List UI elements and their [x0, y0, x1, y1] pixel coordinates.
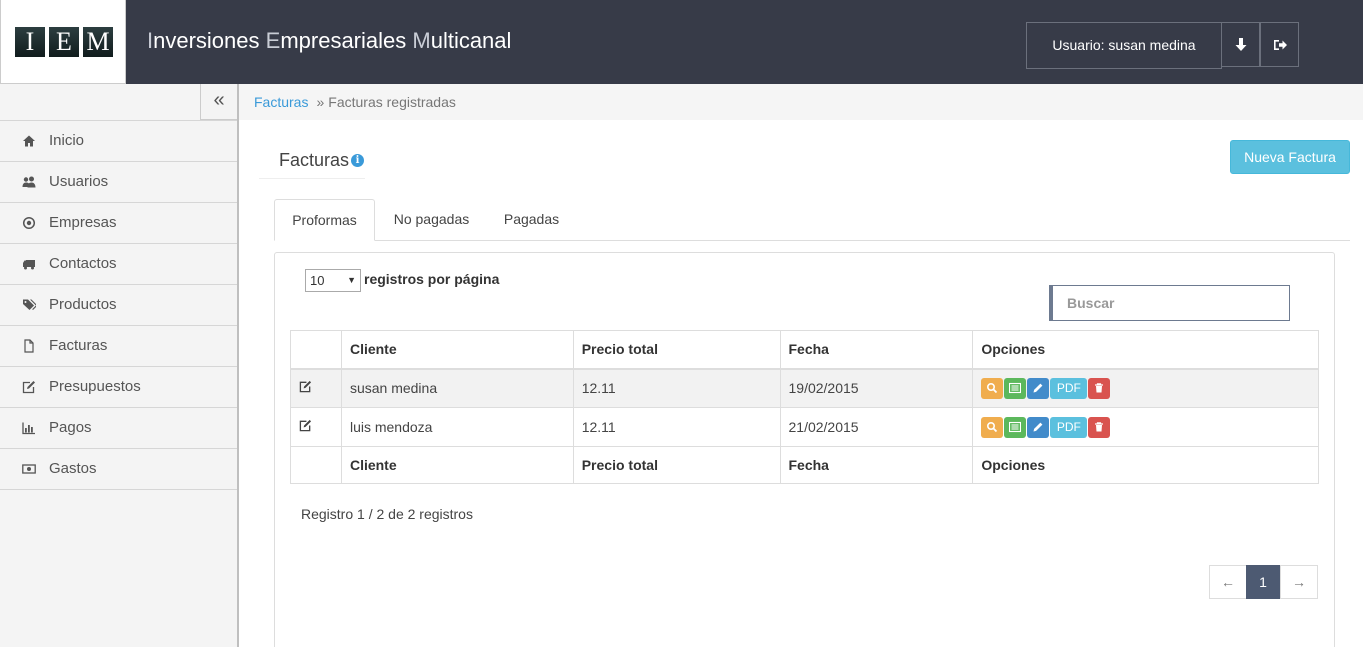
app-title: Inversiones Empresariales Multicanal [147, 28, 512, 53]
invoices-panel: 10 ▼ registros por página Buscar Cliente… [274, 252, 1335, 647]
column-header-fecha[interactable]: Fecha [779, 330, 974, 370]
logo-letter-m: M [83, 27, 113, 57]
invoices-table: Cliente Precio total Fecha Opciones susa… [290, 330, 1319, 484]
pencil-icon [1033, 422, 1043, 431]
sidebar: « Inicio Usuarios Empresas Contactos Pro… [0, 84, 239, 647]
pencil-icon [1033, 383, 1043, 393]
pdf-button[interactable]: PDF [1050, 416, 1088, 438]
sign-out-icon [1274, 40, 1287, 50]
table-info: Registro 1 / 2 de 2 registros [301, 506, 473, 522]
list-button[interactable] [1004, 377, 1027, 399]
pagination-next[interactable]: → [1280, 565, 1318, 599]
page-title: Facturas i [259, 148, 365, 179]
column-footer-opciones: Opciones [972, 446, 1319, 484]
bar-chart-icon [22, 422, 35, 435]
tab-pagadas[interactable]: Pagadas [489, 199, 574, 241]
trash-icon [1095, 421, 1104, 431]
column-header-edit [290, 330, 342, 370]
column-header-cliente[interactable]: Cliente [340, 330, 574, 370]
home-icon [23, 135, 35, 147]
page-length-select[interactable]: 10 ▼ [305, 269, 361, 292]
cell-cliente: luis mendoza [340, 407, 574, 447]
sidebar-item-gastos[interactable]: Gastos [0, 449, 237, 490]
breadcrumb-current: Facturas registradas [328, 94, 456, 110]
info-icon[interactable]: i [351, 154, 364, 167]
edit-button[interactable] [1027, 377, 1050, 399]
view-button[interactable] [981, 377, 1004, 399]
pagination-prev[interactable]: ← [1209, 565, 1247, 599]
download-button[interactable] [1221, 22, 1260, 67]
column-header-opciones: Opciones [972, 330, 1319, 370]
double-chevron-left-icon: « [213, 89, 225, 111]
cell-fecha: 19/02/2015 [779, 368, 974, 408]
tab-bar: Proformas No pagadas Pagadas [274, 199, 1350, 241]
delete-button[interactable] [1088, 416, 1111, 438]
sidebar-item-pagos[interactable]: Pagos [0, 408, 237, 449]
sidebar-item-empresas[interactable]: Empresas [0, 203, 237, 244]
logo[interactable]: I E M [0, 0, 126, 84]
sidebar-item-inicio[interactable]: Inicio [0, 121, 237, 162]
edit-icon[interactable] [299, 380, 312, 393]
table-footer-row: Cliente Precio total Fecha Opciones [290, 446, 1319, 484]
list-button[interactable] [1004, 416, 1027, 438]
edit-icon[interactable] [299, 419, 312, 432]
sidebar-item-productos[interactable]: Productos [0, 285, 237, 326]
edit-button[interactable] [1027, 416, 1050, 438]
row-edit-cell[interactable] [290, 368, 342, 408]
search-icon [987, 382, 998, 393]
logo-letter-e: E [49, 27, 79, 57]
table-header-row: Cliente Precio total Fecha Opciones [290, 330, 1319, 370]
column-footer-precio: Precio total [572, 446, 781, 484]
tab-no-pagadas[interactable]: No pagadas [378, 199, 485, 241]
table-row: susan medina 12.11 19/02/2015 PDF [290, 368, 1319, 408]
cell-precio: 12.11 [572, 407, 781, 447]
logout-button[interactable] [1260, 22, 1299, 67]
list-icon [1009, 421, 1022, 432]
cell-opciones: PDF [972, 368, 1319, 408]
column-footer-edit [290, 446, 342, 484]
view-button[interactable] [981, 416, 1004, 438]
column-header-precio[interactable]: Precio total [572, 330, 781, 370]
truck-icon [23, 260, 35, 270]
users-icon [22, 176, 36, 188]
dot-circle-icon [22, 216, 36, 230]
cell-opciones: PDF [972, 407, 1319, 447]
cell-precio: 12.11 [572, 368, 781, 408]
cell-cliente: susan medina [340, 368, 574, 408]
pagination-page-1[interactable]: 1 [1246, 565, 1280, 599]
logo-letter-i: I [15, 27, 45, 57]
breadcrumb-separator: » [316, 94, 325, 110]
arrow-down-icon [1235, 38, 1247, 51]
pdf-button[interactable]: PDF [1050, 377, 1088, 399]
trash-icon [1095, 382, 1104, 393]
column-footer-cliente: Cliente [340, 446, 574, 484]
tags-icon [23, 299, 36, 310]
table-row: luis mendoza 12.11 21/02/2015 PDF [290, 407, 1319, 447]
tab-proformas[interactable]: Proformas [274, 199, 375, 241]
column-footer-fecha: Fecha [779, 446, 974, 484]
sidebar-item-presupuestos[interactable]: Presupuestos [0, 367, 237, 408]
page-length-label: registros por página [364, 271, 500, 287]
top-header: I E M Inversiones Empresariales Multican… [0, 0, 1363, 84]
user-menu[interactable]: Usuario: susan medina [1026, 22, 1222, 69]
file-icon [24, 339, 34, 353]
new-invoice-button[interactable]: Nueva Factura [1230, 140, 1350, 174]
sidebar-item-contactos[interactable]: Contactos [0, 244, 237, 285]
caret-down-icon: ▼ [347, 275, 356, 285]
breadcrumb-link-facturas[interactable]: Facturas [254, 94, 308, 110]
search-icon [987, 421, 998, 432]
delete-button[interactable] [1088, 377, 1111, 399]
search-input[interactable]: Buscar [1049, 285, 1290, 321]
sidebar-collapse-button[interactable]: « [200, 84, 237, 120]
breadcrumb: Facturas » Facturas registradas [239, 84, 1363, 120]
list-icon [1009, 382, 1022, 393]
row-edit-cell[interactable] [290, 407, 342, 447]
sidebar-item-usuarios[interactable]: Usuarios [0, 162, 237, 203]
sidebar-item-facturas[interactable]: Facturas [0, 326, 237, 367]
cell-fecha: 21/02/2015 [779, 407, 974, 447]
edit-icon [22, 381, 35, 394]
money-icon [22, 464, 36, 474]
